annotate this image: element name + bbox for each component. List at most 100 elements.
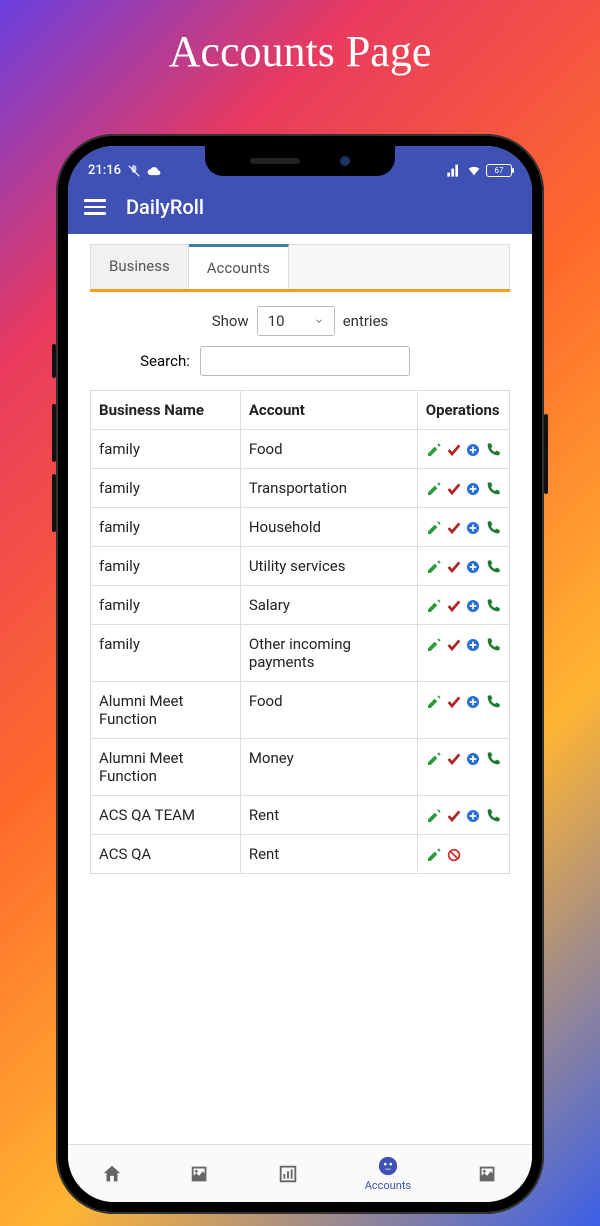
check-icon[interactable] — [446, 637, 462, 653]
cell-account: Rent — [240, 835, 417, 874]
edit-icon[interactable] — [426, 442, 442, 458]
accounts-table: Business Name Account Operations family … — [90, 390, 510, 874]
nav-home[interactable] — [101, 1163, 123, 1185]
table-row: family Transportation — [91, 469, 510, 508]
edit-icon[interactable] — [426, 520, 442, 536]
tab-accounts[interactable]: Accounts — [189, 244, 289, 289]
plus-circle-icon[interactable] — [465, 694, 481, 710]
check-icon[interactable] — [446, 808, 462, 824]
table-row: family Other incoming payments — [91, 625, 510, 682]
edit-icon[interactable] — [426, 598, 442, 614]
nav-accounts[interactable]: Accounts — [365, 1155, 411, 1192]
plus-circle-icon[interactable] — [465, 598, 481, 614]
plus-circle-icon[interactable] — [465, 520, 481, 536]
tab-underline — [90, 289, 510, 292]
cell-operations — [417, 835, 509, 874]
phone-icon[interactable] — [485, 751, 501, 767]
cell-account: Salary — [240, 586, 417, 625]
phone-icon[interactable] — [485, 520, 501, 536]
search-input[interactable] — [200, 346, 410, 376]
plus-circle-icon[interactable] — [465, 442, 481, 458]
cell-operations — [417, 796, 509, 835]
content-area: Business Accounts Show 10 entries Search… — [68, 234, 532, 1144]
table-header-row: Business Name Account Operations — [91, 391, 510, 430]
check-icon[interactable] — [446, 481, 462, 497]
battery-icon: 67 — [486, 164, 512, 177]
check-icon[interactable] — [446, 559, 462, 575]
image-icon — [189, 1163, 211, 1185]
plus-circle-icon[interactable] — [465, 481, 481, 497]
col-business-name[interactable]: Business Name — [91, 391, 241, 430]
cell-account: Food — [240, 430, 417, 469]
entries-label: entries — [343, 312, 389, 330]
plus-circle-icon[interactable] — [465, 637, 481, 653]
nav-gallery-2[interactable] — [477, 1163, 499, 1185]
tab-business[interactable]: Business — [91, 245, 189, 289]
bottom-nav: Accounts — [68, 1144, 532, 1202]
cell-account: Money — [240, 739, 417, 796]
accounts-icon — [377, 1155, 399, 1177]
cell-business: family — [91, 547, 241, 586]
edit-icon[interactable] — [426, 751, 442, 767]
check-icon[interactable] — [446, 694, 462, 710]
check-icon[interactable] — [446, 598, 462, 614]
entries-value: 10 — [268, 312, 285, 330]
cell-account: Transportation — [240, 469, 417, 508]
edit-icon[interactable] — [426, 637, 442, 653]
phone-icon[interactable] — [485, 442, 501, 458]
phone-icon[interactable] — [485, 694, 501, 710]
edit-icon[interactable] — [426, 559, 442, 575]
check-icon[interactable] — [446, 751, 462, 767]
side-button — [544, 414, 548, 494]
cell-business: family — [91, 430, 241, 469]
phone-frame: 21:16 67 DailyRoll Business Accounts — [56, 134, 544, 1214]
col-operations[interactable]: Operations — [417, 391, 509, 430]
cell-operations — [417, 586, 509, 625]
side-button — [52, 344, 56, 378]
phone-icon[interactable] — [485, 559, 501, 575]
plus-circle-icon[interactable] — [465, 808, 481, 824]
nav-chart[interactable] — [277, 1163, 299, 1185]
check-icon[interactable] — [446, 442, 462, 458]
edit-icon[interactable] — [426, 694, 442, 710]
side-button — [52, 474, 56, 532]
cell-account: Other incoming payments — [240, 625, 417, 682]
phone-icon[interactable] — [485, 481, 501, 497]
table-row: family Salary — [91, 586, 510, 625]
table-row: Alumni Meet Function Money — [91, 739, 510, 796]
phone-notch — [205, 146, 395, 176]
app-title: DailyRoll — [126, 195, 204, 219]
edit-icon[interactable] — [426, 847, 442, 863]
table-row: ACS QA TEAM Rent — [91, 796, 510, 835]
check-icon[interactable] — [446, 520, 462, 536]
show-label: Show — [212, 312, 249, 330]
wifi-icon — [466, 162, 482, 178]
phone-icon[interactable] — [485, 637, 501, 653]
ban-icon[interactable] — [446, 847, 462, 863]
edit-icon[interactable] — [426, 481, 442, 497]
phone-icon[interactable] — [485, 598, 501, 614]
cell-operations — [417, 547, 509, 586]
image-icon — [477, 1163, 499, 1185]
nav-gallery-1[interactable] — [189, 1163, 211, 1185]
page-title: Accounts Page — [0, 26, 600, 77]
cell-operations — [417, 469, 509, 508]
edit-icon[interactable] — [426, 808, 442, 824]
phone-screen: 21:16 67 DailyRoll Business Accounts — [68, 146, 532, 1202]
cloud-icon — [147, 164, 161, 178]
cell-operations — [417, 682, 509, 739]
entries-select[interactable]: 10 — [257, 306, 335, 336]
phone-icon[interactable] — [485, 808, 501, 824]
cell-business: Alumni Meet Function — [91, 739, 241, 796]
cell-business: family — [91, 625, 241, 682]
table-row: family Food — [91, 430, 510, 469]
menu-icon[interactable] — [84, 199, 106, 215]
cell-operations — [417, 625, 509, 682]
col-account[interactable]: Account — [240, 391, 417, 430]
table-row: ACS QA Rent — [91, 835, 510, 874]
cell-business: ACS QA TEAM — [91, 796, 241, 835]
plus-circle-icon[interactable] — [465, 751, 481, 767]
plus-circle-icon[interactable] — [465, 559, 481, 575]
tab-bar: Business Accounts — [90, 244, 510, 289]
nav-accounts-label: Accounts — [365, 1179, 411, 1192]
